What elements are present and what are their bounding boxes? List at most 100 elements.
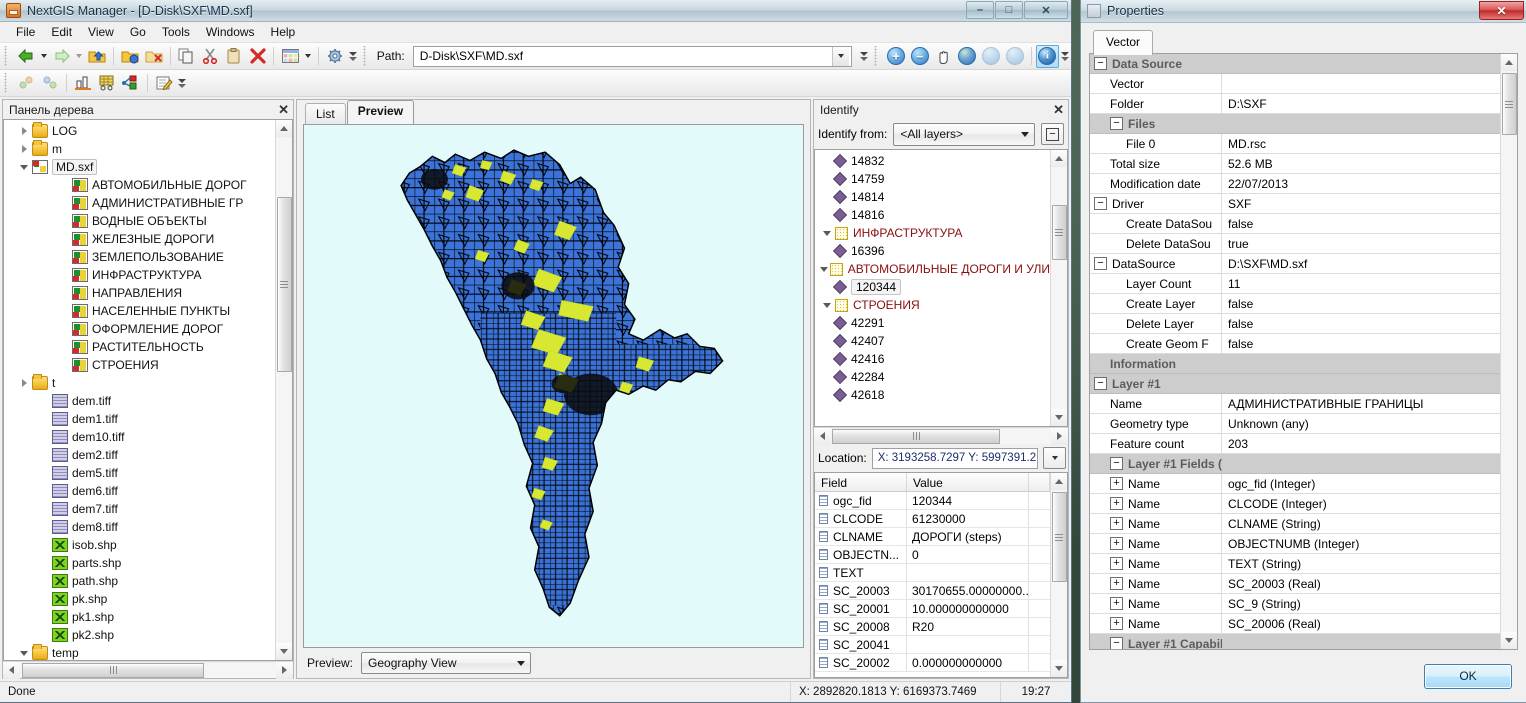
zoom-in-icon[interactable]: + <box>884 45 908 68</box>
edit-icon[interactable] <box>152 72 176 95</box>
tree-hscroll-thumb[interactable] <box>22 663 204 678</box>
forward-arrow-icon[interactable] <box>50 45 74 68</box>
table-view-icon[interactable] <box>278 45 302 68</box>
properties-row[interactable]: Create DataSoufalse <box>1090 214 1500 234</box>
chevron-right-icon[interactable] <box>16 127 32 135</box>
chevron-down-icon[interactable] <box>819 267 830 272</box>
minimize-button[interactable]: – <box>966 1 994 19</box>
properties-row[interactable]: Modification date22/07/2013 <box>1090 174 1500 194</box>
menu-windows[interactable]: Windows <box>198 23 263 41</box>
identify-from-select[interactable]: <All layers> <box>893 123 1035 146</box>
tree-item[interactable]: dem7.tiff <box>4 500 275 518</box>
identify-horizontal-scrollbar[interactable] <box>814 427 1068 444</box>
delete-folder-icon[interactable] <box>142 45 166 68</box>
identify-feature-row[interactable]: 42618 <box>815 386 1050 404</box>
toolbar-gripper[interactable] <box>3 46 11 66</box>
tree-item[interactable]: pk.shp <box>4 590 275 608</box>
table-row[interactable]: CLCODE61230000 <box>815 510 1050 528</box>
properties-scroll-track[interactable] <box>1501 71 1518 632</box>
up-folder-icon[interactable] <box>85 45 109 68</box>
tree-hscroll-track[interactable] <box>20 663 276 678</box>
identify-feature-row[interactable]: 42407 <box>815 332 1050 350</box>
attribute-vertical-scrollbar[interactable] <box>1050 473 1067 677</box>
properties-group-row[interactable]: −Layer #1 Capability <box>1090 634 1500 649</box>
identify-feature-row[interactable]: 14814 <box>815 188 1050 206</box>
tree-item[interactable]: АВТОМОБИЛЬНЫЕ ДОРОГ <box>4 176 275 194</box>
chevron-down-icon[interactable] <box>16 165 32 170</box>
identify-scroll-right-icon[interactable] <box>1051 428 1068 445</box>
table-row[interactable]: ogc_fid120344 <box>815 492 1050 510</box>
properties-group-row[interactable]: −Files <box>1090 114 1500 134</box>
collapse-icon[interactable]: − <box>1110 117 1123 130</box>
tree-item[interactable]: dem.tiff <box>4 392 275 410</box>
tree-item[interactable]: ОФОРМЛЕНИЕ ДОРОГ <box>4 320 275 338</box>
properties-group-row[interactable]: −Data Source <box>1090 54 1500 74</box>
tree-item[interactable]: isob.shp <box>4 536 275 554</box>
table-row[interactable]: OBJECTN...0 <box>815 546 1050 564</box>
properties-row[interactable]: −DriverSXF <box>1090 194 1500 214</box>
close-button[interactable]: ✕ <box>1024 1 1068 19</box>
tree-scroll-up-icon[interactable] <box>276 120 293 137</box>
tree-item[interactable]: m <box>4 140 275 158</box>
chevron-right-icon[interactable] <box>16 145 32 153</box>
collapse-all-button[interactable]: − <box>1041 123 1064 145</box>
properties-close-button[interactable]: ✕ <box>1479 1 1524 20</box>
expand-icon[interactable]: + <box>1110 477 1123 490</box>
tree-item[interactable]: t <box>4 374 275 392</box>
tree-item[interactable]: dem1.tiff <box>4 410 275 428</box>
identify-hscroll-thumb[interactable] <box>832 429 1000 444</box>
tree-scroll-right-icon[interactable] <box>276 662 293 679</box>
geoprocess-icon[interactable] <box>14 72 38 95</box>
location-value[interactable]: X: 3193258.7297 Y: 5997391.2 <box>872 448 1038 469</box>
properties-group-row[interactable]: −Layer #1 Fields (8) <box>1090 454 1500 474</box>
properties-row[interactable]: FolderD:\SXF <box>1090 94 1500 114</box>
identify-scroll-thumb[interactable] <box>1052 205 1067 260</box>
table-dropdown-icon[interactable] <box>305 54 311 58</box>
tree-item[interactable]: dem10.tiff <box>4 428 275 446</box>
properties-row[interactable]: −DataSourceD:\SXF\MD.sxf <box>1090 254 1500 274</box>
column-header-field[interactable]: Field <box>815 473 907 491</box>
tree-item[interactable]: pk2.shp <box>4 626 275 644</box>
prev-extent-icon[interactable] <box>979 45 1003 68</box>
expand-icon[interactable]: + <box>1110 557 1123 570</box>
identify-scroll-track[interactable] <box>1051 167 1068 409</box>
identify-group-row[interactable]: ИНФРАСТРУКТУРА <box>815 224 1050 242</box>
properties-row[interactable]: Vector <box>1090 74 1500 94</box>
identify-group-row[interactable]: СТРОЕНИЯ <box>815 296 1050 314</box>
identify-feature-row[interactable]: 42284 <box>815 368 1050 386</box>
properties-scroll-down-icon[interactable] <box>1501 632 1518 649</box>
table-row[interactable]: TEXT <box>815 564 1050 582</box>
table-row[interactable]: SC_2000110.000000000000 <box>815 600 1050 618</box>
table-row[interactable]: SC_200020.000000000000 <box>815 654 1050 672</box>
expand-icon[interactable]: + <box>1110 517 1123 530</box>
properties-row[interactable]: Create Layerfalse <box>1090 294 1500 314</box>
menu-edit[interactable]: Edit <box>43 23 80 41</box>
tree-scroll-left-icon[interactable] <box>3 662 20 679</box>
menu-view[interactable]: View <box>80 23 122 41</box>
identify-feature-row[interactable]: 42416 <box>815 350 1050 368</box>
tree-item[interactable]: ВОДНЫЕ ОБЪЕКТЫ <box>4 212 275 230</box>
properties-scroll-thumb[interactable] <box>1502 73 1517 135</box>
tree-item[interactable]: ЗЕМЛЕПОЛЬЗОВАНИЕ <box>4 248 275 266</box>
tree-vertical-scrollbar[interactable] <box>275 120 292 660</box>
chevron-down-icon[interactable] <box>512 661 530 666</box>
properties-row[interactable]: Feature count203 <box>1090 434 1500 454</box>
properties-row[interactable]: +NameSC_9 (String) <box>1090 594 1500 614</box>
maximize-button[interactable]: □ <box>995 1 1023 19</box>
collapse-icon[interactable]: − <box>1094 257 1107 270</box>
tree-list[interactable]: LOGmMD.sxfАВТОМОБИЛЬНЫЕ ДОРОГАДМИНИСТРАТ… <box>4 120 275 660</box>
identify-feature-row[interactable]: 14759 <box>815 170 1050 188</box>
pan-icon[interactable] <box>932 45 956 68</box>
properties-row[interactable]: +NameOBJECTNUMB (Integer) <box>1090 534 1500 554</box>
expand-icon[interactable]: + <box>1110 597 1123 610</box>
identify-feature-row[interactable]: 14832 <box>815 152 1050 170</box>
chevron-down-icon[interactable] <box>1016 132 1034 137</box>
tree-panel-close-icon[interactable]: ✕ <box>278 103 289 116</box>
properties-row[interactable]: Create Geom Ffalse <box>1090 334 1500 354</box>
tree-item[interactable]: РАСТИТЕЛЬНОСТЬ <box>4 338 275 356</box>
chevron-down-icon[interactable] <box>16 651 32 656</box>
tab-vector[interactable]: Vector <box>1093 30 1153 55</box>
identify-result-list[interactable]: 14832147591481414816ИНФРАСТРУКТУРА16396А… <box>815 150 1050 426</box>
collapse-icon[interactable]: − <box>1094 197 1107 210</box>
menu-file[interactable]: File <box>8 23 43 41</box>
